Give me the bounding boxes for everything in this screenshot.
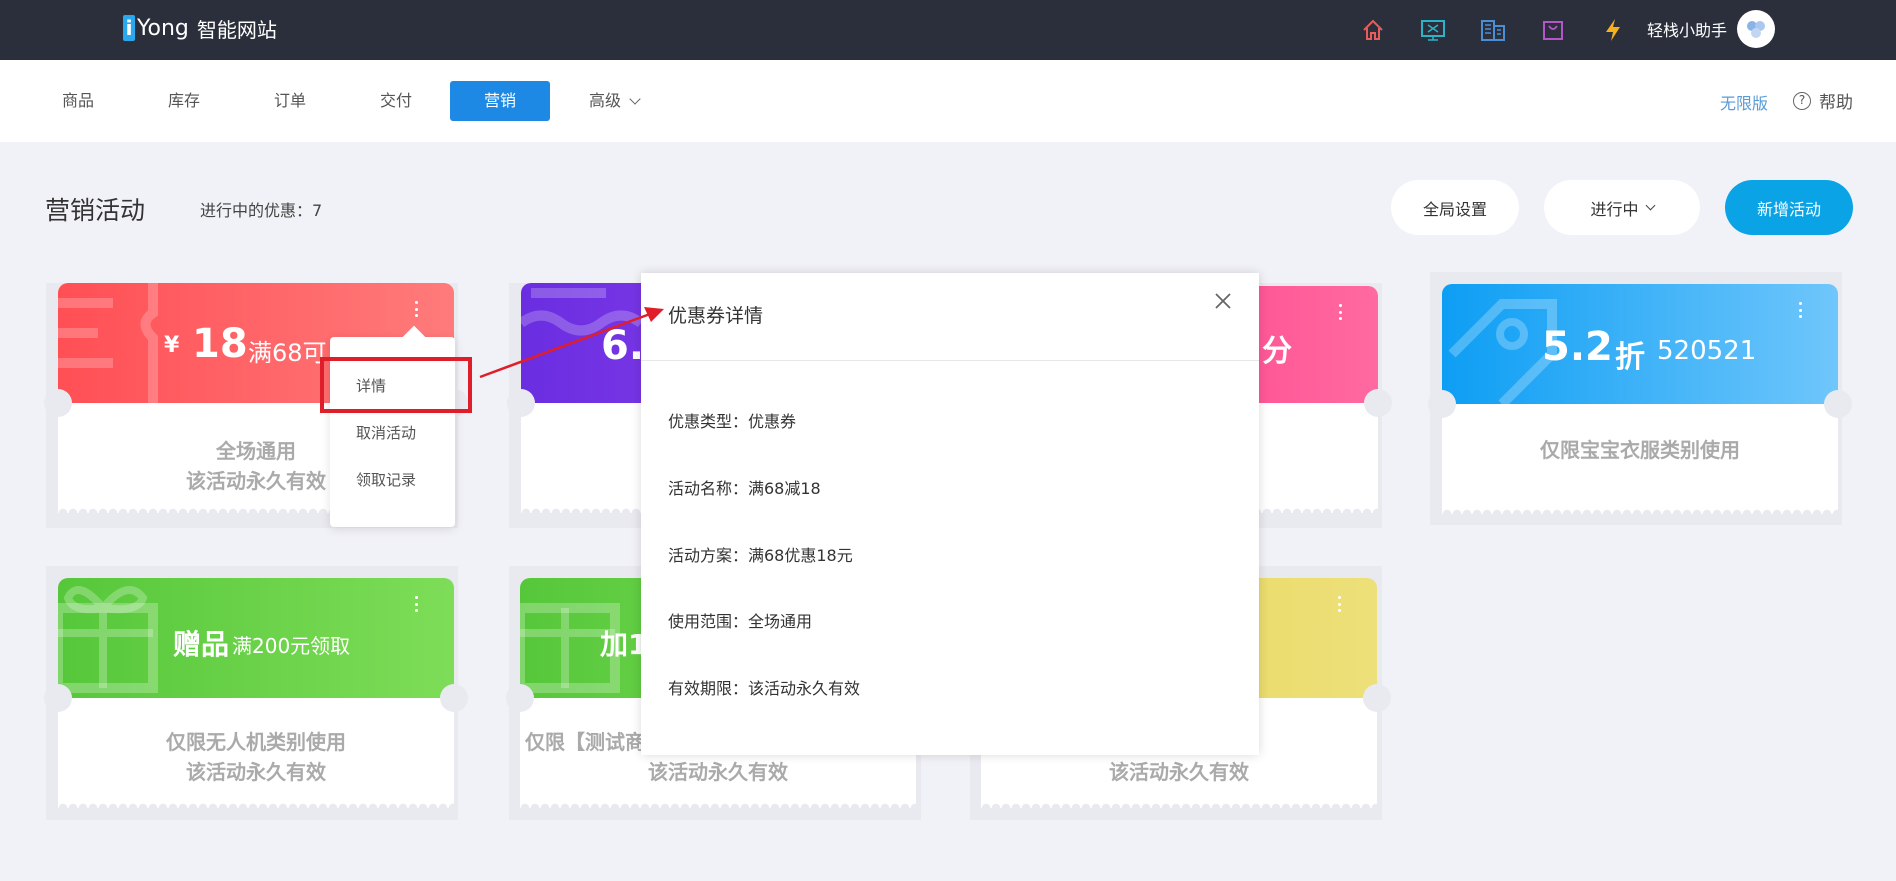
home-icon[interactable]: [1356, 13, 1390, 47]
zigzag-edge: [520, 800, 916, 808]
username: 轻栈小助手: [1647, 21, 1728, 40]
logo[interactable]: i Yong 智能网站: [123, 13, 277, 43]
help-button[interactable]: ? 帮助: [1793, 88, 1853, 113]
new-activity-button[interactable]: 新增活动: [1725, 180, 1853, 235]
coupon-scope: 仅限宝宝衣服类别使用: [1540, 438, 1740, 462]
notch: [1364, 389, 1392, 417]
avatar[interactable]: [1737, 10, 1776, 48]
tab-inventory[interactable]: 库存: [164, 81, 204, 121]
tab-products[interactable]: 商品: [58, 81, 98, 121]
coupon-amount: 分: [1262, 334, 1292, 369]
coupon-header: 赠品 满200元领取: [58, 578, 454, 698]
edition-link[interactable]: 无限版: [1720, 90, 1768, 114]
tab-advanced[interactable]: 高级: [589, 81, 659, 121]
notch: [44, 389, 72, 417]
top-icon-group: [1356, 13, 1656, 47]
detail-type: 优惠类型：优惠券: [668, 412, 797, 431]
coupon-amount: 6.: [601, 323, 645, 369]
coupon-amount: 赠品: [173, 628, 230, 661]
building-icon[interactable]: [1476, 13, 1510, 47]
detail-validity: 有效期限：该活动永久有效: [668, 679, 861, 698]
zigzag-edge: [1442, 506, 1838, 514]
top-bar: i Yong 智能网站 轻栈小助手: [0, 0, 1896, 60]
tab-marketing[interactable]: 营销: [450, 81, 550, 121]
tab-delivery[interactable]: 交付: [376, 81, 416, 121]
logo-mark: i: [123, 15, 135, 41]
status-filter-dropdown[interactable]: 进行中: [1544, 180, 1700, 235]
coupon-validity: 该活动永久有效: [648, 760, 788, 784]
bag-icon[interactable]: [1536, 13, 1570, 47]
modal-title: 优惠券详情: [668, 305, 764, 327]
user-menu[interactable]: 轻栈小助手: [1647, 10, 1776, 48]
coupon-condition: 满200元领取: [232, 634, 351, 658]
detail-scope: 使用范围：全场通用: [668, 612, 813, 631]
logo-subtitle: 智能网站: [196, 17, 277, 42]
monitor-icon[interactable]: [1416, 13, 1450, 47]
notch: [506, 684, 534, 712]
zigzag-edge: [58, 800, 454, 808]
main-nav: 商品 库存 订单 交付 营销 高级 无限版 ? 帮助: [0, 60, 1896, 142]
help-label: 帮助: [1819, 93, 1853, 113]
question-circle-icon: ?: [1793, 91, 1811, 110]
coupon-validity: 该活动永久有效: [1109, 760, 1249, 784]
notch: [1824, 390, 1852, 418]
notch: [440, 684, 468, 712]
tab-advanced-label: 高级: [589, 91, 622, 110]
lightning-icon[interactable]: [1596, 13, 1630, 47]
more-icon[interactable]: [1337, 596, 1341, 612]
logo-brand: Yong: [137, 15, 189, 41]
coupon-amount: 18: [192, 321, 248, 367]
coupon-card[interactable]: 5.2 折 520521 仅限宝宝衣服类别使用: [1428, 272, 1852, 525]
more-icon[interactable]: [1798, 302, 1802, 318]
close-icon[interactable]: [1211, 289, 1235, 313]
coupon-condition: 满68可: [248, 339, 327, 367]
highlight-box: [320, 357, 472, 413]
coupon-card[interactable]: 赠品 满200元领取 仅限无人机类别使用 该活动永久有效: [44, 566, 468, 820]
coupon-header: 5.2 折 520521: [1442, 284, 1838, 404]
status-filter-label: 进行中: [1590, 199, 1639, 219]
divider: [641, 360, 1259, 361]
coupon-body: 仅限无人机类别使用 该活动永久有效: [58, 698, 454, 803]
more-icon[interactable]: [1338, 304, 1342, 320]
notch: [44, 684, 72, 712]
chevron-down-icon: [629, 93, 641, 105]
coupon-detail-modal: 优惠券详情 优惠类型：优惠券 活动名称：满68减18 活动方案：满68优惠18元…: [641, 273, 1259, 755]
chevron-down-icon: [1645, 200, 1655, 211]
detail-name: 活动名称：满68减18: [668, 479, 821, 498]
active-count: 进行中的优惠：7: [200, 201, 323, 220]
coupon-validity: 该活动永久有效: [186, 760, 326, 784]
menu-item-records[interactable]: 领取记录: [356, 469, 416, 490]
coupon-body: 仅限宝宝衣服类别使用: [1442, 404, 1838, 509]
detail-plan: 活动方案：满68优惠18元: [668, 546, 853, 565]
global-settings-button[interactable]: 全局设置: [1391, 180, 1519, 235]
zigzag-edge: [981, 800, 1377, 808]
menu-item-cancel[interactable]: 取消活动: [356, 422, 416, 443]
notch: [1428, 390, 1456, 418]
coupon-unit: 折: [1615, 340, 1645, 375]
page-title: 营销活动: [45, 196, 146, 225]
coupon-currency: ¥: [164, 333, 180, 358]
more-icon[interactable]: [414, 596, 418, 612]
more-icon[interactable]: [414, 301, 418, 317]
notch: [507, 389, 535, 417]
tab-orders[interactable]: 订单: [270, 81, 310, 121]
coupon-scope: 仅限无人机类别使用: [166, 730, 346, 754]
coupon-amount: 5.2: [1542, 324, 1613, 370]
coupon-code: 520521: [1657, 336, 1757, 366]
notch: [1363, 684, 1391, 712]
